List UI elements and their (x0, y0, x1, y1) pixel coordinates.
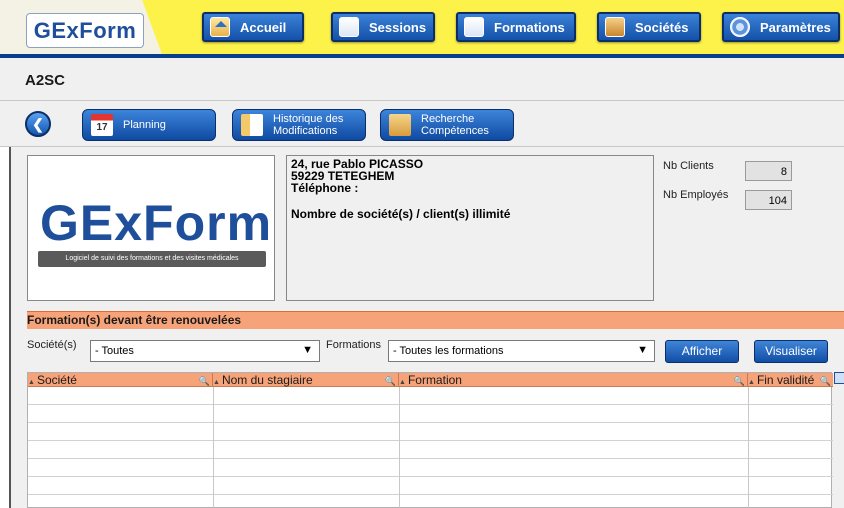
column-chooser-icon[interactable] (834, 372, 844, 384)
column-divider (399, 387, 400, 508)
search-icon[interactable]: 🔍 (734, 374, 745, 388)
renewals-table: ▲ Société 🔍 ▲ Nom du stagiaire 🔍 ▲ Formatio… (27, 372, 833, 508)
app-logo[interactable]: GExForm (26, 13, 144, 48)
column-header-formation[interactable]: ▲ Formation 🔍 (399, 373, 748, 387)
column-label: Nom du stagiaire (221, 373, 313, 387)
license-text: Nombre de société(s) / client(s) illimit… (291, 207, 511, 221)
nav-sessions-button[interactable]: Sessions (331, 12, 435, 42)
search-icon[interactable]: 🔍 (199, 374, 210, 388)
nb-clients-label: Nb Clients (663, 160, 714, 172)
formations-select[interactable]: - Toutes les formations ▼ (388, 340, 655, 362)
nav-sessions-label: Sessions (369, 19, 427, 35)
search-icon[interactable]: 🔍 (385, 374, 396, 388)
column-divider (213, 387, 214, 508)
home-icon (210, 17, 230, 37)
company-logo: GExForm (40, 195, 273, 251)
company-address-panel: 24, rue Pablo PICASSO 59229 TETEGHEM Tél… (286, 155, 654, 301)
table-row[interactable] (28, 441, 833, 459)
column-header-fin-validite[interactable]: ▲ Fin validité 🔍 (748, 373, 833, 387)
renewals-section-header: Formation(s) devant être renouvelées (27, 311, 844, 329)
skills-search-button[interactable]: Recherche Compétences (380, 109, 514, 141)
table-row[interactable] (28, 495, 833, 508)
company-logo-panel: GExForm Logiciel de suivi des formations… (27, 155, 275, 301)
sort-icon: ▲ (213, 379, 220, 386)
table-row[interactable] (28, 387, 833, 405)
document-icon (339, 17, 359, 37)
nav-parametres-button[interactable]: Paramètres (722, 12, 840, 42)
people-icon (605, 17, 625, 37)
table-row[interactable] (28, 423, 833, 441)
nav-formations-label: Formations (494, 19, 565, 35)
nav-parametres-label: Paramètres (760, 19, 831, 35)
app-logo-text: GExForm (33, 17, 137, 43)
page-title: A2SC (25, 72, 66, 89)
gear-icon (730, 17, 750, 37)
formations-select-value: - Toutes les formations (393, 345, 504, 357)
phone-label: Téléphone : (291, 181, 359, 195)
chevron-down-icon: ▼ (302, 344, 313, 356)
search-person-icon (389, 114, 411, 136)
societe-select-value: - Toutes (95, 345, 134, 357)
column-label: Fin validité (756, 373, 815, 387)
sort-icon: ▲ (28, 379, 35, 386)
column-label: Formation (407, 373, 462, 387)
nav-societes-button[interactable]: Sociétés (597, 12, 701, 42)
formations-filter-label: Formations (326, 339, 382, 351)
search-icon[interactable]: 🔍 (820, 374, 831, 388)
planning-button[interactable]: 17 Planning (82, 109, 216, 141)
table-row[interactable] (28, 405, 833, 423)
column-header-societe[interactable]: ▲ Société 🔍 (28, 373, 213, 387)
nb-clients-value: 8 (745, 161, 792, 181)
history-label: Historique des Modifications (273, 113, 343, 137)
chevron-down-icon: ▼ (637, 344, 648, 356)
afficher-button[interactable]: Afficher (665, 340, 739, 363)
main-content: GExForm Logiciel de suivi des formations… (9, 147, 844, 508)
calendar-icon: 17 (91, 114, 113, 136)
clipboard-icon (464, 17, 484, 37)
history-label-line1: Historique des (273, 113, 344, 125)
sort-icon: ▲ (399, 379, 406, 386)
company-logo-tagline: Logiciel de suivi des formations et des … (38, 251, 266, 267)
nb-employes-label: Nb Employés (663, 189, 729, 201)
top-navigation-bar: GExForm Accueil Sessions Formations Soci… (0, 0, 844, 58)
history-label-line2: Modifications (273, 125, 338, 137)
skills-label: Recherche Compétences (421, 113, 489, 137)
nav-formations-button[interactable]: Formations (456, 12, 576, 42)
table-row[interactable] (28, 477, 833, 495)
back-arrow-icon: ❮ (32, 115, 44, 132)
nav-accueil-button[interactable]: Accueil (202, 12, 304, 42)
table-header: ▲ Société 🔍 ▲ Nom du stagiaire 🔍 ▲ Formatio… (28, 373, 833, 387)
back-button[interactable]: ❮ (25, 111, 51, 137)
skills-label-line2: Compétences (421, 125, 489, 137)
nb-employes-value: 104 (745, 190, 792, 210)
societe-filter-label: Société(s) (27, 339, 77, 351)
column-label: Société (36, 373, 77, 387)
sub-navigation: ❮ 17 Planning Historique des Modificatio… (0, 101, 844, 147)
sort-icon: ▲ (748, 379, 755, 386)
nav-accueil-label: Accueil (240, 19, 287, 35)
nav-societes-label: Sociétés (635, 19, 689, 35)
history-button[interactable]: Historique des Modifications (232, 109, 366, 141)
column-header-stagiaire[interactable]: ▲ Nom du stagiaire 🔍 (213, 373, 399, 387)
visualiser-button[interactable]: Visualiser (754, 340, 828, 363)
planning-label: Planning (123, 119, 166, 131)
skills-label-line1: Recherche (421, 113, 475, 125)
title-bar: A2SC (0, 58, 844, 101)
societe-select[interactable]: - Toutes ▼ (90, 340, 320, 362)
column-divider (748, 387, 749, 508)
table-row[interactable] (28, 459, 833, 477)
book-icon (241, 114, 263, 136)
